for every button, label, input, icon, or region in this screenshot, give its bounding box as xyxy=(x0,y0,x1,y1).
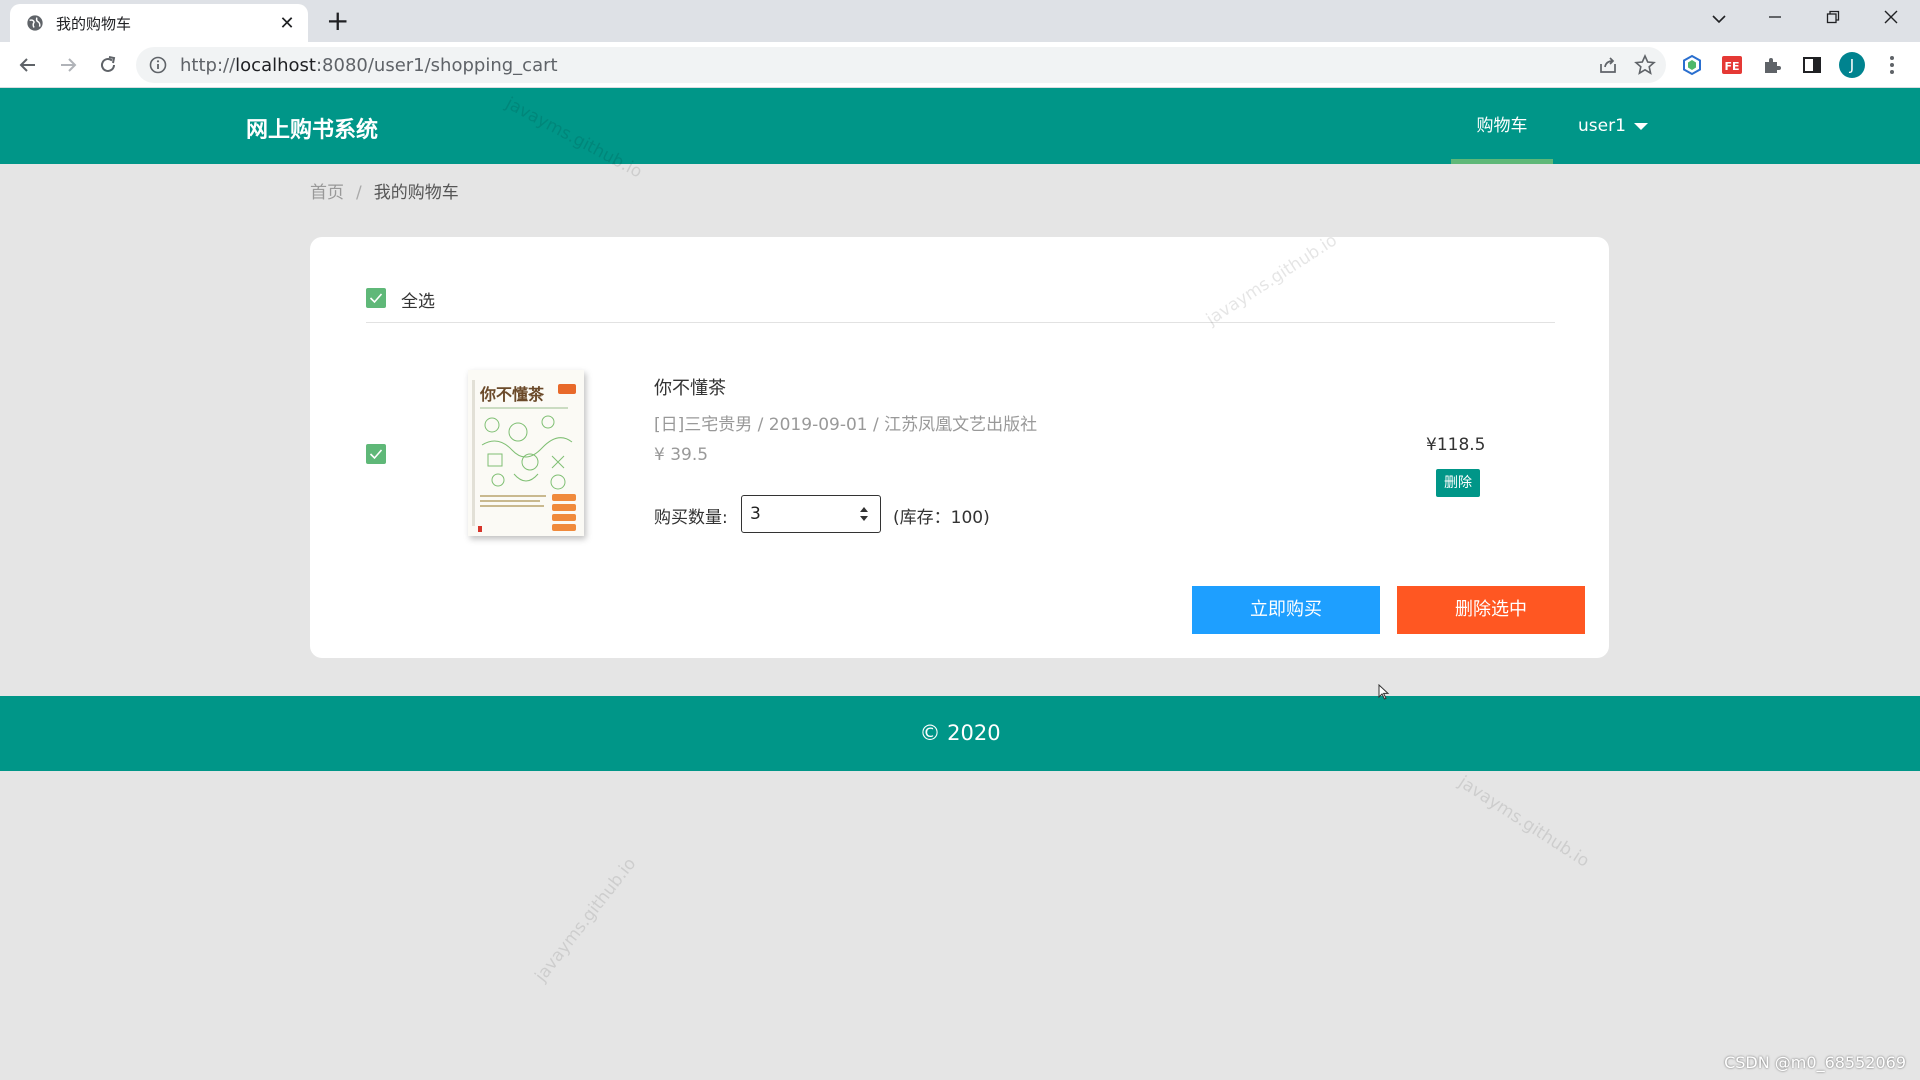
tab-search-icon[interactable] xyxy=(1704,4,1734,34)
watermark: javayms.github.io xyxy=(531,854,641,986)
profile-avatar[interactable]: J xyxy=(1838,51,1866,79)
site-logo[interactable]: 网上购书系统 xyxy=(246,112,378,144)
new-tab-button[interactable]: + xyxy=(326,6,349,36)
tab-title: 我的购物车 xyxy=(56,14,132,33)
extension-fe-icon[interactable]: FE xyxy=(1718,51,1746,79)
item-checkbox[interactable] xyxy=(366,444,386,464)
nav-cart-link[interactable]: 购物车 xyxy=(1451,88,1553,164)
watermark: javayms.github.io xyxy=(1454,772,1593,872)
quantity-label: 购买数量: xyxy=(654,508,728,528)
corner-credit: CSDN @m0_68552069 xyxy=(1724,1053,1906,1072)
back-button[interactable] xyxy=(12,49,44,81)
buy-now-button[interactable]: 立即购买 xyxy=(1192,586,1380,634)
arrow-left-icon xyxy=(19,58,35,72)
reload-button[interactable] xyxy=(92,49,124,81)
nav-user-label: user1 xyxy=(1578,116,1626,136)
extensions-puzzle-icon[interactable] xyxy=(1758,51,1786,79)
close-window-button[interactable] xyxy=(1876,4,1906,34)
browser-toolbar: http://localhost:8080/user1/shopping_car… xyxy=(0,42,1920,88)
book-unit-price: ¥ 39.5 xyxy=(654,445,709,465)
close-tab-icon[interactable]: ✕ xyxy=(278,13,296,34)
reload-icon xyxy=(101,56,116,72)
address-bar[interactable]: http://localhost:8080/user1/shopping_car… xyxy=(136,47,1666,83)
svg-text:FE: FE xyxy=(1724,60,1739,73)
browser-tabstrip: 我的购物车 ✕ + xyxy=(0,0,1920,42)
checkmark-icon xyxy=(369,293,383,304)
cart-card: 全选 你不懂茶 你不懂茶 [日]三宅贵男 / 2019-09-01 / 江苏凤凰… xyxy=(310,237,1609,658)
share-icon[interactable] xyxy=(1598,55,1618,79)
forward-button[interactable] xyxy=(52,49,84,81)
breadcrumb: 首页 / 我的购物车 xyxy=(310,178,459,203)
breadcrumb-separator: / xyxy=(356,183,362,203)
site-info-icon[interactable] xyxy=(148,55,168,75)
select-all-checkbox[interactable] xyxy=(366,288,386,308)
stock-text: (库存：100) xyxy=(893,508,990,528)
restore-button[interactable] xyxy=(1818,4,1848,34)
breadcrumb-current: 我的购物车 xyxy=(373,183,459,203)
extension-hex-icon[interactable] xyxy=(1678,51,1706,79)
globe-icon xyxy=(27,15,43,31)
cover-title-text: 你不懂茶 xyxy=(479,385,545,404)
site-header: 网上购书系统 购物车 user1 xyxy=(0,88,1920,164)
book-cover-image[interactable]: 你不懂茶 xyxy=(468,370,584,536)
breadcrumb-home[interactable]: 首页 xyxy=(310,183,344,203)
active-nav-indicator xyxy=(1451,159,1553,164)
nav-cart-label: 购物车 xyxy=(1476,116,1528,136)
select-all-label[interactable]: 全选 xyxy=(401,287,435,312)
side-panel-icon[interactable] xyxy=(1798,51,1826,79)
site-footer: © 2020 xyxy=(0,696,1920,771)
url-text: http://localhost:8080/user1/shopping_car… xyxy=(180,54,558,76)
browser-menu-icon[interactable] xyxy=(1878,51,1906,79)
caret-down-icon xyxy=(1633,122,1648,130)
quantity-spinner-icon[interactable] xyxy=(858,505,870,523)
browser-tab[interactable]: 我的购物车 ✕ xyxy=(10,4,308,42)
item-subtotal: ¥118.5 xyxy=(1426,435,1486,455)
mouse-cursor-icon xyxy=(1378,684,1390,700)
checkmark-icon xyxy=(369,449,383,460)
nav-user-menu[interactable]: user1 xyxy=(1578,88,1648,164)
delete-item-button[interactable]: 删除 xyxy=(1436,469,1480,497)
book-meta: [日]三宅贵男 / 2019-09-01 / 江苏凤凰文艺出版社 xyxy=(654,415,1038,435)
bookmark-star-icon[interactable] xyxy=(1634,54,1656,80)
book-title[interactable]: 你不懂茶 xyxy=(654,374,726,400)
delete-selected-button[interactable]: 删除选中 xyxy=(1397,586,1585,634)
minimize-button[interactable] xyxy=(1760,4,1790,34)
arrow-right-icon xyxy=(61,58,77,72)
header-divider xyxy=(366,322,1555,323)
